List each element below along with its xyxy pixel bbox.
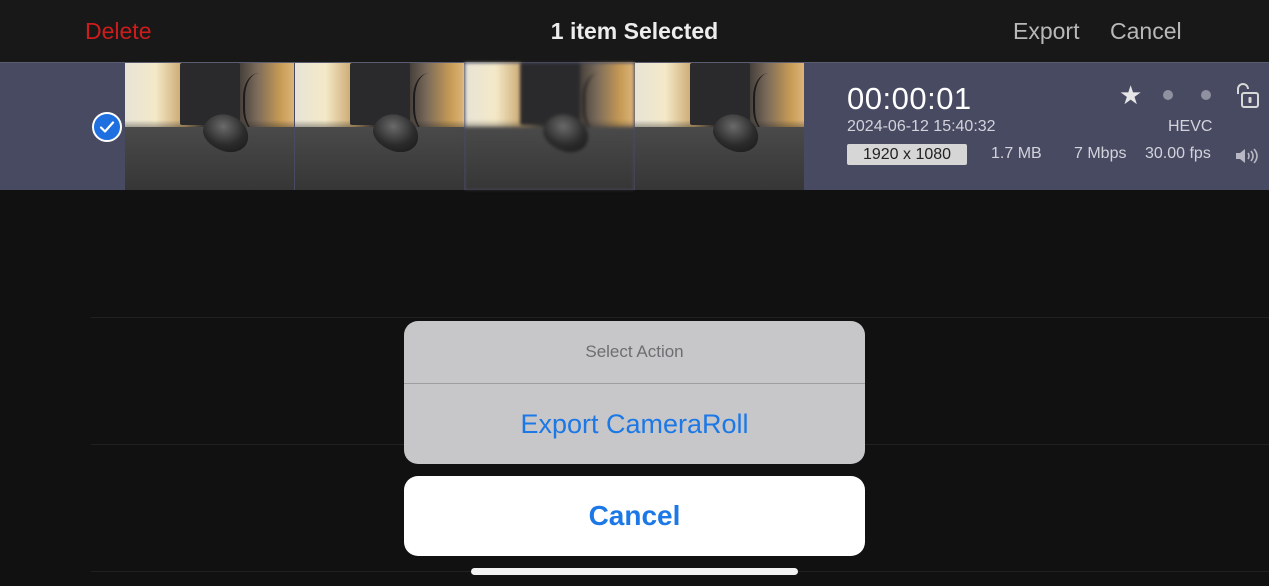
star-icon[interactable]: ★ <box>1119 81 1142 109</box>
home-indicator <box>471 568 798 575</box>
cancel-button[interactable]: Cancel <box>404 476 865 556</box>
selected-checkmark-icon[interactable] <box>92 112 122 142</box>
dot-icon[interactable] <box>1201 90 1211 100</box>
clip-duration: 00:00:01 <box>847 81 972 116</box>
clip-datetime: 2024-06-12 15:40:32 <box>847 118 996 135</box>
clip-fps: 30.00 fps <box>1145 145 1211 162</box>
action-sheet: Select Action Export CameraRoll <box>404 321 865 464</box>
clip-codec: HEVC <box>1168 118 1213 135</box>
export-cameraroll-button[interactable]: Export CameraRoll <box>404 384 865 464</box>
resolution-badge: 1920 x 1080 <box>847 144 967 165</box>
top-bar: Delete 1 item Selected Export Cancel <box>0 0 1269 62</box>
clip-size: 1.7 MB <box>991 145 1042 162</box>
clip-info: 00:00:01 2024-06-12 15:40:32 HEVC 1920 x… <box>847 63 1269 190</box>
clip-bitrate: 7 Mbps <box>1074 145 1127 162</box>
clip-row[interactable]: 00:00:01 2024-06-12 15:40:32 HEVC 1920 x… <box>0 62 1269 190</box>
video-thumbnail <box>125 63 294 190</box>
dot-icon[interactable] <box>1163 90 1173 100</box>
export-button[interactable]: Export <box>1013 17 1079 45</box>
check-icon <box>99 121 115 133</box>
video-thumbnail <box>465 63 634 190</box>
thumbnail-strip[interactable] <box>125 63 805 190</box>
action-sheet-title: Select Action <box>585 342 684 361</box>
video-thumbnail <box>295 63 464 190</box>
video-thumbnail <box>635 63 804 190</box>
lock-icon[interactable] <box>1232 81 1260 109</box>
cancel-selection-button[interactable]: Cancel <box>1110 17 1182 45</box>
speaker-icon[interactable] <box>1234 146 1260 166</box>
